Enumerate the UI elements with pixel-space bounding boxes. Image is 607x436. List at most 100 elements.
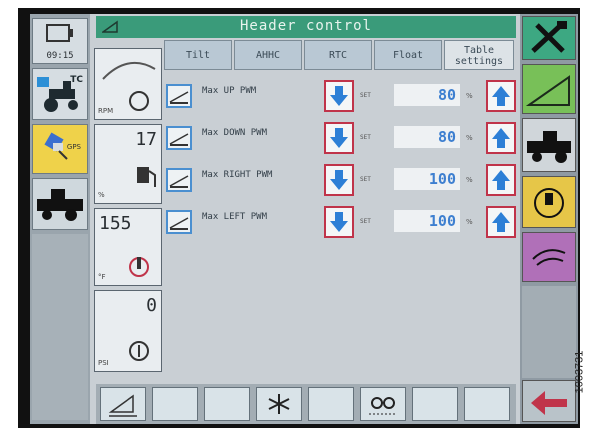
- percent-unit: %: [466, 218, 473, 226]
- ramp-settings-icon: [166, 168, 192, 192]
- temperature-value: 155: [99, 213, 132, 234]
- right-panel: [520, 14, 578, 424]
- left-panel-empty: [32, 234, 88, 420]
- setting-value: 100: [428, 212, 456, 230]
- fuel-gauge: 17 %: [94, 124, 162, 204]
- header-button[interactable]: [522, 64, 576, 114]
- combine-tile[interactable]: [32, 178, 88, 230]
- reel-button[interactable]: [522, 232, 576, 282]
- tractor-tile[interactable]: TC: [32, 68, 88, 120]
- asterisk-icon: [268, 394, 290, 414]
- setting-label: Max DOWN PWM: [202, 128, 268, 138]
- value-field[interactable]: 100: [394, 168, 460, 190]
- setting-value: 80: [437, 86, 456, 104]
- arrow-up-icon: [492, 128, 510, 148]
- set-label: SET: [360, 218, 371, 225]
- terminal-screen: 09:15 TC GPS Header control RPM 17 % 155…: [30, 14, 578, 424]
- setting-value: 80: [437, 128, 456, 146]
- header-float-button[interactable]: [100, 387, 146, 421]
- tab-ahhc[interactable]: AHHC: [234, 40, 302, 70]
- value-field[interactable]: 80: [394, 126, 460, 148]
- increase-button[interactable]: [486, 80, 516, 112]
- fuel-unit: %: [98, 191, 105, 199]
- clock-tile[interactable]: 09:15: [32, 18, 88, 64]
- tools-button[interactable]: [522, 16, 576, 60]
- engine-icon: [534, 188, 564, 218]
- clock-time: 09:15: [46, 51, 74, 61]
- reel-speed-button[interactable]: [256, 387, 302, 421]
- tc-label: TC: [70, 75, 83, 85]
- header-angle-icon: [525, 75, 570, 106]
- blank-button-5[interactable]: [308, 387, 354, 421]
- right-panel-empty: [522, 286, 576, 378]
- left-panel: 09:15 TC GPS: [30, 14, 90, 424]
- ramp-settings-icon: [166, 84, 192, 108]
- fuel-value: 17: [135, 129, 157, 150]
- engine-button[interactable]: [522, 176, 576, 228]
- set-label: SET: [360, 134, 371, 141]
- tab-rtc[interactable]: RTC: [304, 40, 372, 70]
- tab-table-settings[interactable]: Table settings: [444, 40, 514, 70]
- decrease-button[interactable]: [324, 164, 354, 196]
- tab-bar: Tilt AHHC RTC Float Table settings: [164, 38, 516, 72]
- blank-button-7[interactable]: [412, 387, 458, 421]
- back-arrow-icon: [531, 391, 567, 415]
- arrow-down-icon: [330, 170, 348, 190]
- setting-label: Max RIGHT PWM: [202, 170, 273, 180]
- increase-button[interactable]: [486, 206, 516, 238]
- tab-tilt[interactable]: Tilt: [164, 40, 232, 70]
- temperature-gauge: 155 °F: [94, 208, 162, 286]
- decrease-button[interactable]: [324, 122, 354, 154]
- gps-tile[interactable]: GPS: [32, 124, 88, 174]
- percent-unit: %: [466, 92, 473, 100]
- ramp-settings-icon: [166, 210, 192, 234]
- combine-icon: [37, 189, 83, 221]
- back-button[interactable]: [522, 380, 576, 422]
- hand-icon: [532, 249, 566, 266]
- bottom-toolbar: [96, 384, 516, 424]
- arrow-up-icon: [492, 86, 510, 106]
- crop-flow-button[interactable]: [360, 387, 406, 421]
- pressure-value: 0: [146, 295, 157, 316]
- figure-id: 1003731: [573, 330, 604, 420]
- decrease-button[interactable]: [324, 80, 354, 112]
- gauge-column: RPM 17 % 155 °F 0 PSI: [94, 14, 164, 424]
- arrow-down-icon: [330, 212, 348, 232]
- display-icon: [46, 24, 73, 42]
- blank-button-3[interactable]: [204, 387, 250, 421]
- setting-label: Max LEFT PWM: [202, 212, 268, 222]
- rpm-gauge: RPM: [94, 48, 162, 120]
- setting-label: Max UP PWM: [202, 86, 257, 96]
- rpm-unit: RPM: [98, 107, 114, 115]
- combine-button[interactable]: [522, 118, 576, 172]
- setting-row-max-up-pwm: Max UP PWM SET 80 %: [164, 76, 516, 114]
- tab-table-settings-line1: Table: [463, 45, 495, 56]
- arrow-down-icon: [330, 128, 348, 148]
- setting-row-max-down-pwm: Max DOWN PWM SET 80 %: [164, 118, 516, 156]
- tab-float[interactable]: Float: [374, 40, 442, 70]
- arrow-down-icon: [330, 86, 348, 106]
- setting-row-max-left-pwm: Max LEFT PWM SET 100 %: [164, 202, 516, 240]
- arrow-up-icon: [492, 170, 510, 190]
- gps-label: GPS: [66, 143, 81, 151]
- percent-unit: %: [466, 176, 473, 184]
- tab-table-settings-line2: settings: [454, 56, 504, 67]
- crop-flow-icon: [369, 397, 397, 415]
- combine-icon: [527, 131, 571, 163]
- increase-button[interactable]: [486, 122, 516, 154]
- figure-id-text: 1003731: [573, 350, 586, 394]
- decrease-button[interactable]: [324, 206, 354, 238]
- set-label: SET: [360, 92, 371, 99]
- blank-button-8[interactable]: [464, 387, 510, 421]
- header-ground-icon: [108, 394, 137, 417]
- value-field[interactable]: 100: [394, 210, 460, 232]
- percent-unit: %: [466, 134, 473, 142]
- set-label: SET: [360, 176, 371, 183]
- setting-row-max-right-pwm: Max RIGHT PWM SET 100 %: [164, 160, 516, 198]
- value-field[interactable]: 80: [394, 84, 460, 106]
- ramp-settings-icon: [166, 126, 192, 150]
- pressure-unit: PSI: [98, 359, 109, 367]
- temperature-unit: °F: [98, 273, 106, 281]
- blank-button-2[interactable]: [152, 387, 198, 421]
- increase-button[interactable]: [486, 164, 516, 196]
